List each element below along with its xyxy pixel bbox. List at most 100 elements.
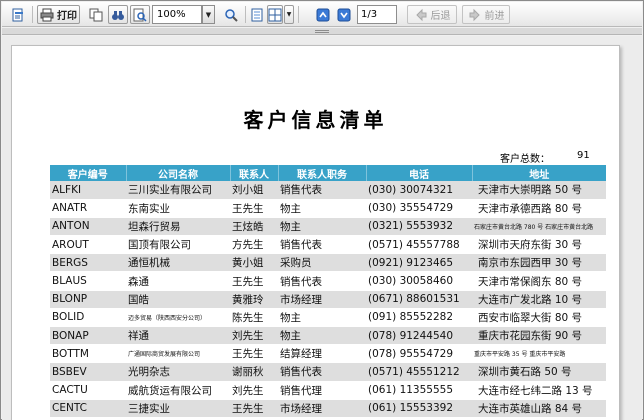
table-cell: CACTU bbox=[50, 381, 126, 400]
table-row: CENTC 三捷实业 王先生 市场经理 (061) 15553392 大连市英雄山路 84… bbox=[50, 399, 606, 418]
table-cell: BOTTM bbox=[50, 344, 126, 364]
table-cell: BLONP bbox=[50, 290, 126, 309]
table-row: ANTON 坦森行贸易 王炫皓 物主 (0321) 5553932 石家庄市黄台北路 78… bbox=[50, 217, 606, 237]
table-cell: 王先生 bbox=[230, 271, 278, 291]
table-cell: 刘先生 bbox=[230, 381, 278, 400]
splitter[interactable] bbox=[2, 28, 642, 35]
table-cell: 三捷实业 bbox=[126, 399, 230, 418]
table-cell: (078) 91244540 bbox=[366, 326, 472, 346]
table-cell: 销售代表 bbox=[278, 235, 366, 255]
table-cell: 销售代表 bbox=[278, 362, 366, 382]
table-cell: (061) 15553392 bbox=[366, 399, 472, 418]
table-cell: 天津市常保阁东 80 号 bbox=[472, 271, 606, 291]
table-cell: 黄小姐 bbox=[230, 253, 278, 273]
report-viewport[interactable]: 客户信息清单 客户总数： 91 客户编号 公司名称 联系人 联系人职务 电话 地… bbox=[2, 36, 642, 420]
magnifier-page-icon bbox=[133, 8, 147, 22]
table-cell: ALFKI bbox=[50, 181, 126, 200]
table-row: BOLID 迈多贸易（陕西西安分公司） 陈先生 物主 (091) 85552282 西安市… bbox=[50, 308, 606, 328]
column-header: 联系人职务 bbox=[278, 165, 367, 181]
table-cell: 威航货运有限公司 bbox=[126, 381, 230, 400]
chevron-down-icon: ▼ bbox=[205, 10, 212, 19]
table-cell: BONAP bbox=[50, 326, 126, 346]
table-cell: (0671) 88601531 bbox=[366, 290, 472, 309]
table-cell: 坦森行贸易 bbox=[126, 217, 230, 237]
table-cell: 物主 bbox=[278, 199, 366, 218]
table-cell: 天津市大崇明路 50 号 bbox=[472, 181, 606, 200]
column-header: 电话 bbox=[366, 165, 473, 181]
table-cell: 通恒机械 bbox=[126, 253, 230, 273]
table-cell: BLAUS bbox=[50, 271, 126, 291]
multi-page-dropdown[interactable]: ▼ bbox=[284, 5, 294, 24]
table-cell: BERGS bbox=[50, 253, 126, 273]
forward-button[interactable]: 前进 bbox=[462, 5, 510, 24]
toolbar-separator bbox=[32, 6, 33, 23]
page-number-input[interactable]: 1/3 bbox=[357, 5, 397, 24]
print-label: 打印 bbox=[57, 11, 77, 22]
table-cell: 森通 bbox=[126, 271, 230, 291]
next-page-button[interactable] bbox=[335, 5, 353, 24]
table-cell: 石家庄市黄台北路 780 号 石家庄市黄台北路 bbox=[472, 217, 606, 237]
zoom-fit-button[interactable] bbox=[221, 5, 241, 24]
single-page-button[interactable] bbox=[248, 5, 266, 24]
table-row: BERGS 通恒机械 黄小姐 采购员 (0921) 9123465 南京市东园西甲 30 … bbox=[50, 253, 606, 273]
table-cell: (061) 11355555 bbox=[366, 381, 472, 400]
zoom-dropdown[interactable]: ▼ bbox=[202, 5, 215, 24]
back-button[interactable]: 后退 bbox=[407, 5, 457, 24]
find-button[interactable] bbox=[108, 5, 128, 24]
customer-count: 客户总数： 91 bbox=[500, 150, 590, 165]
table-cell: 市场经理 bbox=[278, 290, 366, 309]
table-cell: 光明杂志 bbox=[126, 362, 230, 382]
table-row: BOTTM 广通国际商贸发展有限公司 王先生 结算经理 (078) 95554729 重庆… bbox=[50, 344, 606, 364]
previous-page-button[interactable] bbox=[314, 5, 332, 24]
forward-label: 前进 bbox=[484, 11, 505, 22]
table-cell: 方先生 bbox=[230, 235, 278, 255]
table-header-row: 客户编号 公司名称 联系人 联系人职务 电话 地址 bbox=[50, 165, 606, 181]
table-cell: 东南实业 bbox=[126, 199, 230, 218]
table-cell: (030) 35554729 bbox=[366, 199, 472, 218]
print-button[interactable]: 打印 bbox=[37, 5, 80, 24]
table-cell: 物主 bbox=[278, 326, 366, 346]
table-cell: 重庆市平安路 35 号 重庆市平安路 bbox=[472, 344, 606, 364]
table-cell: 销售代表 bbox=[278, 271, 366, 291]
table-cell: 重庆市花园东街 90 号 bbox=[472, 326, 606, 346]
table-body: ALFKI 三川实业有限公司 刘小姐 销售代表 (030) 30074321 天津市大崇明… bbox=[50, 181, 606, 418]
splitter-grip[interactable] bbox=[315, 30, 329, 33]
table-cell: 结算经理 bbox=[278, 344, 366, 364]
table-cell: ANTON bbox=[50, 217, 126, 237]
column-header: 客户编号 bbox=[50, 165, 127, 181]
table-row: BONAP 祥通 刘先生 物主 (078) 91244540 重庆市花园东街 90 号 bbox=[50, 326, 606, 346]
forward-arrow-icon bbox=[468, 8, 482, 22]
arrow-down-icon bbox=[337, 8, 351, 22]
binoculars-icon bbox=[111, 8, 125, 22]
report-title: 客户信息清单 bbox=[243, 108, 388, 132]
zoom-button[interactable] bbox=[130, 5, 150, 24]
chevron-down-icon: ▼ bbox=[286, 11, 292, 18]
table-cell: 王先生 bbox=[230, 399, 278, 418]
table-cell: CENTC bbox=[50, 399, 126, 418]
report-page: 客户信息清单 客户总数： 91 客户编号 公司名称 联系人 联系人职务 电话 地… bbox=[11, 45, 620, 420]
table-cell: 销售代理 bbox=[278, 381, 366, 400]
table-cell: 迈多贸易（陕西西安分公司） bbox=[126, 308, 230, 328]
table-cell: (0321) 5553932 bbox=[366, 217, 472, 237]
toolbar-separator bbox=[245, 6, 246, 23]
column-header: 联系人 bbox=[230, 165, 279, 181]
toolbar: 打印 100% ▼ ▼ 1/3 后退 前进 bbox=[2, 2, 642, 27]
table-row: CACTU 威航货运有限公司 刘先生 销售代理 (061) 11355555 大连市经七纬… bbox=[50, 381, 606, 400]
printer-icon bbox=[40, 8, 54, 22]
report-viewer-window: 打印 100% ▼ ▼ 1/3 后退 前进 客户信息清单 客户总数： 91 客户… bbox=[0, 0, 644, 420]
table-cell: 王炫皓 bbox=[230, 217, 278, 237]
table-row: BSBEV 光明杂志 谢丽秋 销售代表 (0571) 45551212 深圳市黄石路 50… bbox=[50, 362, 606, 382]
table-cell: ANATR bbox=[50, 199, 126, 218]
zoom-page-icon bbox=[224, 8, 238, 22]
toolbar-separator bbox=[298, 6, 299, 23]
table-cell: 刘小姐 bbox=[230, 181, 278, 200]
table-cell: (078) 95554729 bbox=[366, 344, 472, 364]
multi-page-button[interactable] bbox=[267, 5, 283, 24]
table-row: ANATR 东南实业 王先生 物主 (030) 35554729 天津市承德西路 80 号 bbox=[50, 199, 606, 218]
copy-button[interactable] bbox=[86, 5, 106, 24]
export-button[interactable] bbox=[8, 5, 28, 24]
table-cell: 黄雅玲 bbox=[230, 290, 278, 309]
customer-table: 客户编号 公司名称 联系人 联系人职务 电话 地址 ALFKI 三川实业有限公司刘… bbox=[50, 165, 606, 418]
table-cell: (0921) 9123465 bbox=[366, 253, 472, 273]
zoom-input[interactable]: 100% bbox=[152, 5, 202, 24]
